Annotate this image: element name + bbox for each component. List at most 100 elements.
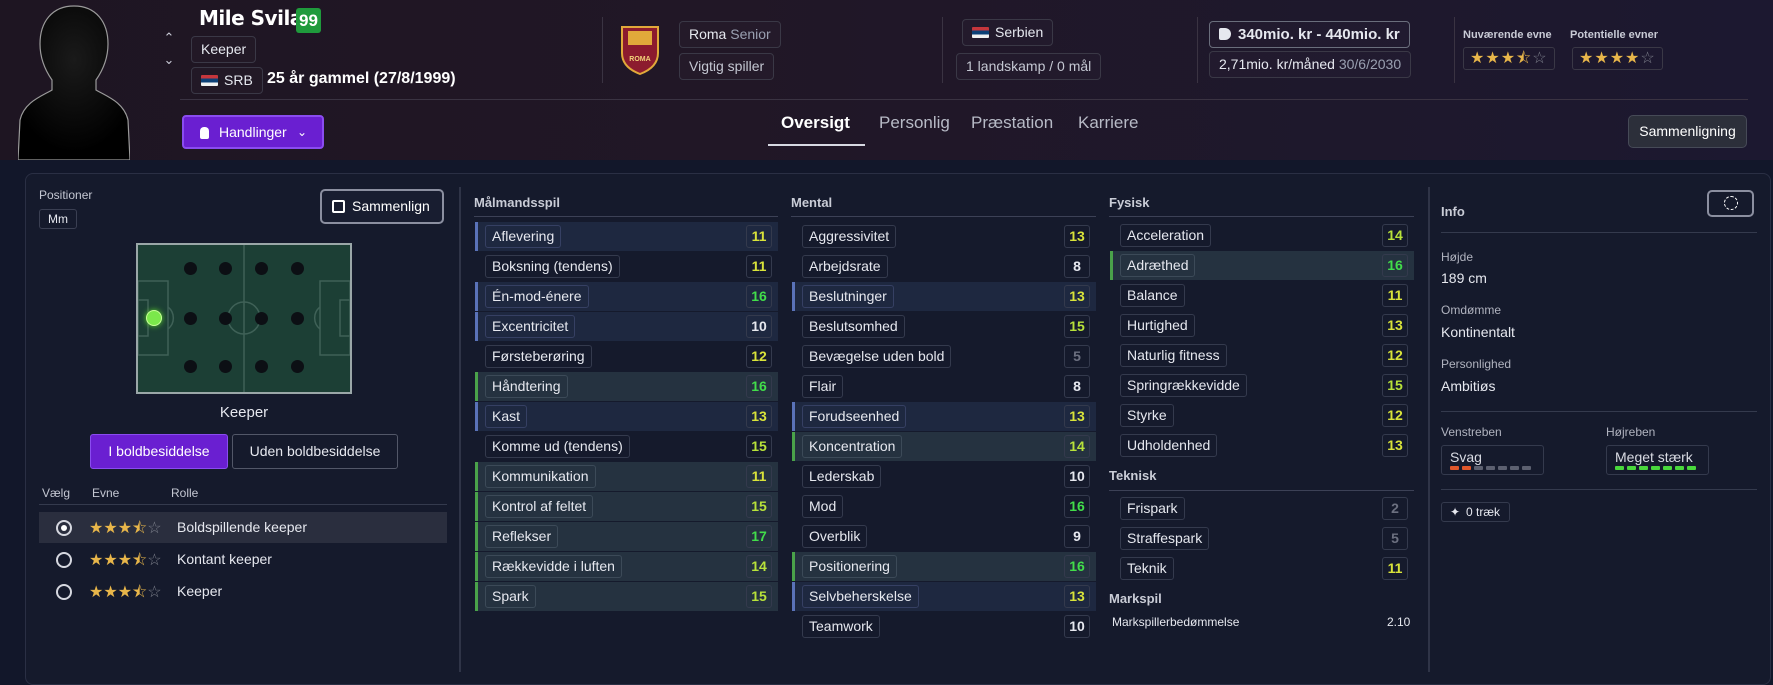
- attribute-row[interactable]: Straffespark 5: [1110, 524, 1414, 553]
- attribute-row[interactable]: Rækkevidde i luften 14: [475, 552, 778, 581]
- position-dot[interactable]: [219, 312, 232, 325]
- out-of-possession-toggle[interactable]: Uden boldbesiddelse: [232, 434, 398, 469]
- attribute-row[interactable]: Hurtighed 13: [1110, 311, 1414, 340]
- attribute-row[interactable]: Aflevering 11: [475, 222, 778, 251]
- highlight-bar: [475, 492, 478, 521]
- attribute-row[interactable]: Springrækkevidde 15: [1110, 371, 1414, 400]
- attribute-row[interactable]: Balance 11: [1110, 281, 1414, 310]
- position-dot[interactable]: [219, 360, 232, 373]
- nation-chip[interactable]: Serbien: [962, 19, 1054, 46]
- position-dot[interactable]: [255, 262, 268, 275]
- role-radio[interactable]: [56, 520, 72, 536]
- attribute-row[interactable]: Forudseenhed 13: [792, 402, 1096, 431]
- attribute-value: 2: [1382, 497, 1408, 520]
- position-dot[interactable]: [255, 360, 268, 373]
- club-chip[interactable]: Roma Senior: [679, 21, 781, 48]
- attribute-row[interactable]: Kast 13: [475, 402, 778, 431]
- position-dot[interactable]: [291, 262, 304, 275]
- outfield-rating-value: 2.10: [1387, 615, 1411, 629]
- attribute-row[interactable]: Overblik 9: [792, 522, 1096, 551]
- position-chip: Keeper: [191, 36, 257, 63]
- attribute-row[interactable]: Adræthed 16: [1110, 251, 1414, 280]
- position-dot[interactable]: [184, 360, 197, 373]
- tab-personal[interactable]: Personlig: [879, 113, 950, 133]
- attribute-row[interactable]: Mod 16: [792, 492, 1096, 521]
- attribute-row[interactable]: Arbejdsrate 8: [792, 252, 1096, 281]
- left-foot-label: Venstreben: [1441, 425, 1502, 439]
- foot-meter-segment: [1450, 466, 1459, 470]
- player-silhouette: [18, 5, 130, 160]
- attribute-value: 15: [1382, 374, 1408, 397]
- attribute-row[interactable]: Acceleration 14: [1110, 221, 1414, 250]
- attribute-row[interactable]: Frispark 2: [1110, 494, 1414, 523]
- goalkeeper-position-dot[interactable]: [146, 310, 162, 326]
- attribute-value: 11: [1382, 557, 1408, 580]
- position-dot[interactable]: [184, 262, 197, 275]
- attribute-row[interactable]: Boksning (tendens) 11: [475, 252, 778, 281]
- potential-ability-stars: ★★★★☆: [1572, 47, 1663, 70]
- tab-career[interactable]: Karriere: [1078, 113, 1138, 133]
- attribute-row[interactable]: Beslutsomhed 15: [792, 312, 1096, 341]
- attribute-value: 11: [746, 465, 772, 488]
- role-row[interactable]: ★★★⯪☆ Keeper: [39, 576, 447, 607]
- foot-meter-segment: [1474, 466, 1483, 470]
- attribute-row[interactable]: Spark 15: [475, 582, 778, 611]
- attribute-row[interactable]: Komme ud (tendens) 15: [475, 432, 778, 461]
- in-possession-toggle[interactable]: I boldbesiddelse: [90, 434, 228, 469]
- position-dot[interactable]: [184, 312, 197, 325]
- nationality-chip[interactable]: SRB: [191, 67, 263, 94]
- role-radio[interactable]: [56, 584, 72, 600]
- attribute-row[interactable]: Naturlig fitness 12: [1110, 341, 1414, 370]
- attribute-row[interactable]: Lederskab 10: [792, 462, 1096, 491]
- position-dot[interactable]: [219, 262, 232, 275]
- role-radio[interactable]: [56, 552, 72, 568]
- attribute-row[interactable]: Koncentration 14: [792, 432, 1096, 461]
- attribute-row[interactable]: Teknik 11: [1110, 554, 1414, 583]
- next-player-icon[interactable]: ⌄: [160, 52, 178, 68]
- attribute-row[interactable]: Kommunikation 11: [475, 462, 778, 491]
- attribute-row[interactable]: Bevægelse uden bold 5: [792, 342, 1096, 371]
- role-row[interactable]: ★★★⯪☆ Boldspillende keeper: [39, 512, 447, 543]
- club-crest-icon[interactable]: ROMA: [620, 25, 660, 75]
- attribute-row[interactable]: Reflekser 17: [475, 522, 778, 551]
- position-dot[interactable]: [291, 312, 304, 325]
- attribute-row[interactable]: Kontrol af feltet 15: [475, 492, 778, 521]
- attribute-row[interactable]: Udholdenhed 13: [1110, 431, 1414, 460]
- attribute-row[interactable]: Styrke 12: [1110, 401, 1414, 430]
- attribute-row[interactable]: Aggressivitet 13: [792, 222, 1096, 251]
- attribute-value: 5: [1382, 527, 1408, 550]
- attribute-value: 11: [1382, 284, 1408, 307]
- person-icon: [1724, 196, 1738, 210]
- personality-toggle-button[interactable]: [1707, 190, 1754, 217]
- role-row[interactable]: ★★★⯪☆ Kontant keeper: [39, 544, 447, 575]
- attribute-row[interactable]: Førsteberøring 12: [475, 342, 778, 371]
- attribute-row[interactable]: Teamwork 10: [792, 612, 1096, 641]
- compare-button[interactable]: Sammenligning: [1628, 115, 1747, 148]
- divider: [474, 216, 778, 217]
- previous-player-icon[interactable]: ⌃: [160, 30, 178, 46]
- col-select: Vælg: [42, 486, 71, 500]
- right-foot-value: Meget stærk: [1615, 449, 1693, 465]
- attribute-row[interactable]: Selvbeherskelse 13: [792, 582, 1096, 611]
- actions-button[interactable]: Handlinger ⌄: [182, 115, 324, 149]
- attribute-row[interactable]: Én-mod-énere 16: [475, 282, 778, 311]
- attribute-value: 13: [1064, 585, 1090, 608]
- tab-performance[interactable]: Præstation: [971, 113, 1053, 133]
- attribute-name: Straffespark: [1120, 527, 1210, 550]
- position-dot[interactable]: [255, 312, 268, 325]
- transfer-value-chip[interactable]: 340mio. kr - 440mio. kr: [1209, 21, 1410, 48]
- attribute-row[interactable]: Flair 8: [792, 372, 1096, 401]
- left-foot-value: Svag: [1450, 449, 1482, 465]
- attribute-row[interactable]: Håndtering 16: [475, 372, 778, 401]
- attribute-row[interactable]: Excentricitet 10: [475, 312, 778, 341]
- traits-button[interactable]: ✦ 0 træk: [1441, 502, 1511, 522]
- highlight-bar: [475, 582, 478, 611]
- attribute-row[interactable]: Positionering 16: [792, 552, 1096, 581]
- compare-positions-button[interactable]: Sammenlign: [320, 189, 444, 224]
- user-icon: [200, 127, 209, 139]
- position-dot[interactable]: [291, 360, 304, 373]
- divider: [1441, 232, 1757, 233]
- role-stars: ★★★⯪☆: [89, 520, 162, 537]
- tab-overview[interactable]: Oversigt: [781, 113, 850, 133]
- attribute-row[interactable]: Beslutninger 13: [792, 282, 1096, 311]
